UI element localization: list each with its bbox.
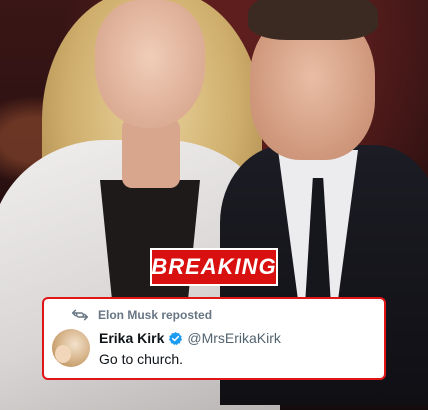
breaking-badge: BREAKING bbox=[150, 248, 278, 286]
repost-icon bbox=[72, 309, 88, 321]
left-person-face bbox=[95, 0, 205, 128]
tweet-card[interactable]: Elon Musk reposted Erika Kirk @MrsErikaK… bbox=[42, 297, 386, 380]
breaking-label: BREAKING bbox=[151, 254, 277, 279]
verified-badge-icon bbox=[169, 331, 183, 345]
right-person-hair bbox=[248, 0, 378, 40]
display-name[interactable]: Erika Kirk bbox=[99, 330, 164, 346]
user-handle[interactable]: @MrsErikaKirk bbox=[187, 330, 281, 346]
author-row: Erika Kirk @MrsErikaKirk bbox=[99, 330, 281, 346]
left-person-neck bbox=[122, 118, 180, 188]
avatar[interactable] bbox=[52, 329, 90, 367]
repost-row: Elon Musk reposted bbox=[72, 308, 212, 322]
avatar-child-figure bbox=[55, 345, 71, 363]
repost-label: Elon Musk reposted bbox=[98, 308, 213, 322]
tweet-text: Go to church. bbox=[99, 351, 184, 367]
